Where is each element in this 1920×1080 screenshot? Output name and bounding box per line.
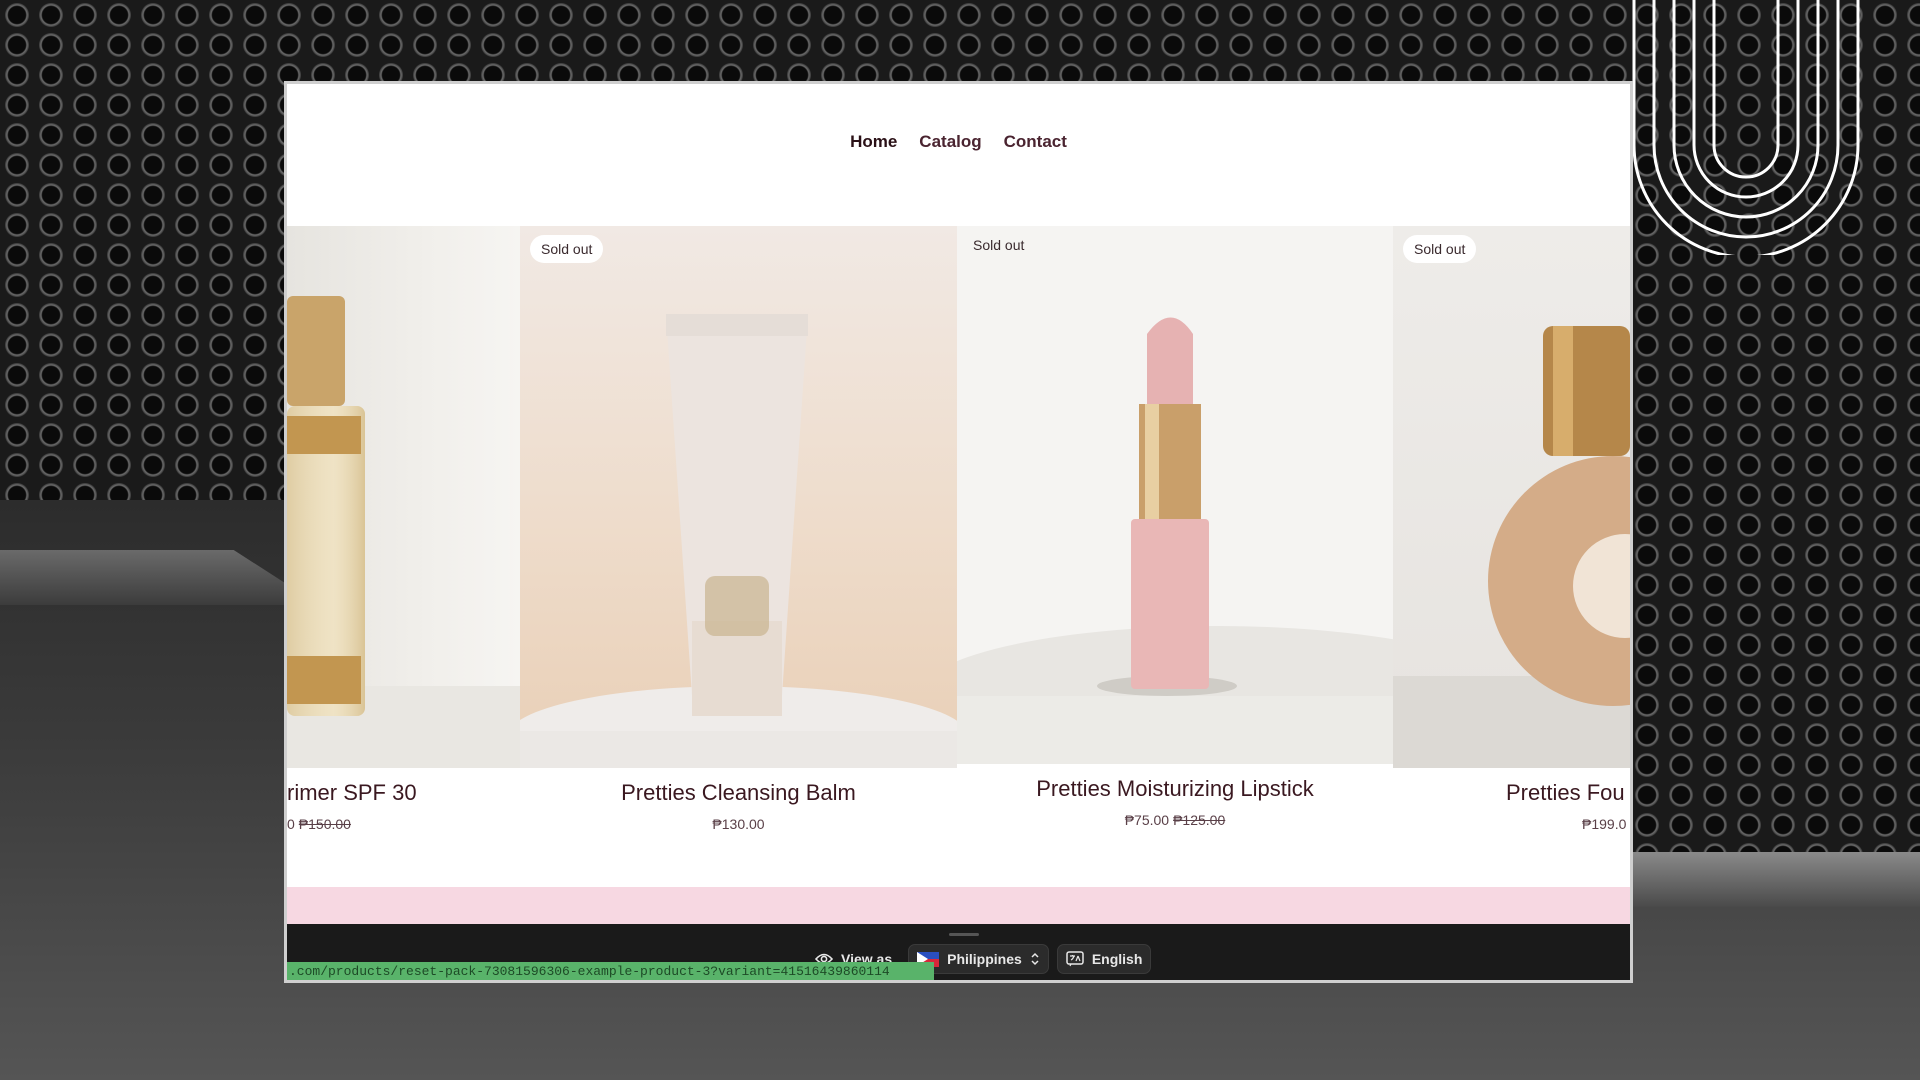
- language-label: English: [1091, 951, 1143, 967]
- product-price: 0 ₱150.00: [287, 816, 520, 832]
- translate-icon: [1066, 951, 1084, 967]
- product-image[interactable]: Sold out: [957, 226, 1393, 764]
- sold-out-badge: Sold out: [530, 235, 604, 263]
- main-nav: Home Catalog Contact: [287, 132, 1630, 152]
- cleansing-balm-image: [520, 314, 957, 768]
- sold-out-badge: Sold out: [973, 237, 1025, 253]
- status-url-bar: .com/products/reset-pack-73081596306-exa…: [287, 962, 934, 980]
- product-title[interactable]: Pretties Cleansing Balm: [520, 780, 957, 806]
- background-metal-stripe-left: [0, 550, 285, 605]
- product-card[interactable]: Sold out Pretties Cleansing Balm ₱130.00: [520, 226, 957, 866]
- product-title[interactable]: Pretties Fou: [1506, 780, 1625, 806]
- product-price: ₱199.0: [1582, 816, 1626, 832]
- foundation-bottle-image: [1393, 326, 1630, 768]
- primer-bottle-image: [287, 296, 520, 768]
- product-title[interactable]: Pretties Moisturizing Lipstick: [957, 776, 1393, 802]
- product-image[interactable]: [287, 226, 520, 768]
- price-current: ₱199.0: [1582, 816, 1627, 832]
- price-current: 0: [287, 816, 295, 832]
- product-carousel: rimer SPF 30 0 ₱150.00 Sold out Pretties …: [287, 226, 1630, 866]
- country-label: Philippines: [947, 951, 1022, 967]
- product-image[interactable]: Sold out: [1393, 226, 1630, 768]
- announcement-band: [287, 887, 1630, 924]
- nav-contact-link[interactable]: Contact: [1004, 132, 1067, 152]
- price-current: ₱130.00: [712, 816, 765, 832]
- product-price: ₱130.00: [520, 816, 957, 832]
- product-card[interactable]: rimer SPF 30 0 ₱150.00: [287, 226, 520, 866]
- language-selector[interactable]: English: [1056, 944, 1152, 974]
- product-card[interactable]: Sold out Pretties Fou ₱199.0: [1393, 226, 1630, 866]
- product-card[interactable]: Sold out Pretties Moisturizing Lipstick …: [957, 226, 1393, 866]
- nav-catalog-link[interactable]: Catalog: [919, 132, 981, 152]
- arches-decoration-icon: [1632, 0, 1860, 255]
- product-price: ₱75.00 ₱125.00: [957, 812, 1393, 828]
- product-title[interactable]: rimer SPF 30: [287, 780, 520, 806]
- browser-window: Home Catalog Contact rimer SPF 30 0 ₱150…: [284, 81, 1633, 983]
- up-down-chevron-icon: [1031, 952, 1039, 966]
- nav-home-link[interactable]: Home: [850, 132, 897, 152]
- background-metal-stripe-right: [1630, 852, 1920, 907]
- product-image[interactable]: Sold out: [520, 226, 957, 768]
- drag-handle[interactable]: [949, 933, 979, 936]
- price-compare: ₱125.00: [1173, 812, 1226, 828]
- price-compare: ₱150.00: [298, 816, 351, 832]
- lipstick-image: [957, 317, 1393, 764]
- price-current: ₱75.00: [1124, 812, 1170, 828]
- sold-out-badge: Sold out: [1403, 235, 1477, 263]
